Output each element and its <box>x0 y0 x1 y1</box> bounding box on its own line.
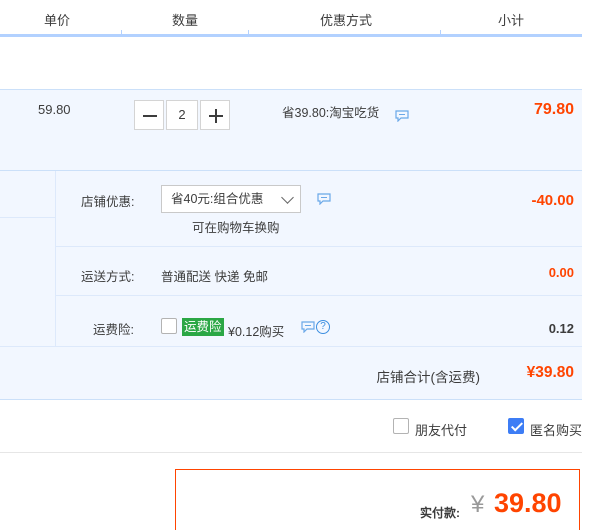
increase-button[interactable] <box>200 100 230 130</box>
shipping-amount: 0.00 <box>548 265 574 280</box>
shipping-method: 普通配送 快递 免邮 <box>161 270 268 284</box>
quantity-input[interactable]: 2 <box>166 100 198 130</box>
decrease-button[interactable] <box>134 100 164 130</box>
insurance-tag: 运费险 <box>182 318 224 336</box>
payment-label: 实付款: <box>420 506 460 520</box>
shop-total-label: 店铺合计(含运费) <box>376 370 481 385</box>
header-discount: 优惠方式 <box>320 13 373 28</box>
friend-pay-checkbox[interactable] <box>393 418 409 434</box>
item-promo-text: 省39.80:淘宝吃货 <box>282 106 380 120</box>
minus-icon <box>143 115 157 117</box>
chat-icon[interactable] <box>395 110 409 122</box>
divider <box>0 346 582 347</box>
shop-discount-select[interactable]: 省40元:组合优惠 <box>161 185 301 213</box>
item-row: 59.80 2 省39.80:淘宝吃货 79.80 <box>0 89 582 170</box>
payment-currency: ¥ <box>471 491 485 518</box>
anonymous-checkbox[interactable] <box>508 418 524 434</box>
header-underline <box>0 34 582 37</box>
shipping-label: 运送方式: <box>81 270 135 284</box>
header-subtotal: 小计 <box>498 13 525 28</box>
shop-summary: 店铺优惠: 省40元:组合优惠 可在购物车换购 -40.00 运送方式: 普通配… <box>0 170 582 400</box>
item-subtotal: 79.80 <box>533 101 574 118</box>
insurance-label: 运费险: <box>93 323 134 337</box>
shop-total-amount: ¥39.80 <box>526 364 574 381</box>
help-icon[interactable]: ? <box>316 320 330 334</box>
insurance-checkbox[interactable] <box>161 318 177 334</box>
divider <box>0 217 55 218</box>
shop-discount-amount: -40.00 <box>531 192 574 209</box>
payment-amount: 39.80 <box>494 488 562 518</box>
chat-icon[interactable] <box>317 193 331 205</box>
quantity-stepper: 2 <box>134 100 230 130</box>
insurance-price: ¥0.12购买 <box>228 325 285 339</box>
order-options: 朋友代付 匿名购买 <box>0 401 582 453</box>
shop-discount-label: 店铺优惠: <box>81 195 135 209</box>
item-unit-price: 59.80 <box>38 102 71 117</box>
shop-discount-value: 省40元:组合优惠 <box>171 192 264 206</box>
header-unit-price: 单价 <box>44 13 71 28</box>
table-header: 单价 数量 优惠方式 小计 <box>0 0 599 38</box>
divider <box>55 171 56 346</box>
header-quantity: 数量 <box>172 13 199 28</box>
anonymous-label[interactable]: 匿名购买 <box>530 420 582 439</box>
shop-discount-hint: 可在购物车换购 <box>192 221 280 235</box>
divider <box>56 295 582 296</box>
divider <box>56 246 582 247</box>
payment-summary: 实付款: ¥ 39.80 <box>175 469 580 530</box>
insurance-amount: 0.12 <box>548 321 574 336</box>
friend-pay-label[interactable]: 朋友代付 <box>415 420 467 439</box>
chevron-down-icon <box>281 191 294 204</box>
chat-icon[interactable] <box>301 321 315 333</box>
